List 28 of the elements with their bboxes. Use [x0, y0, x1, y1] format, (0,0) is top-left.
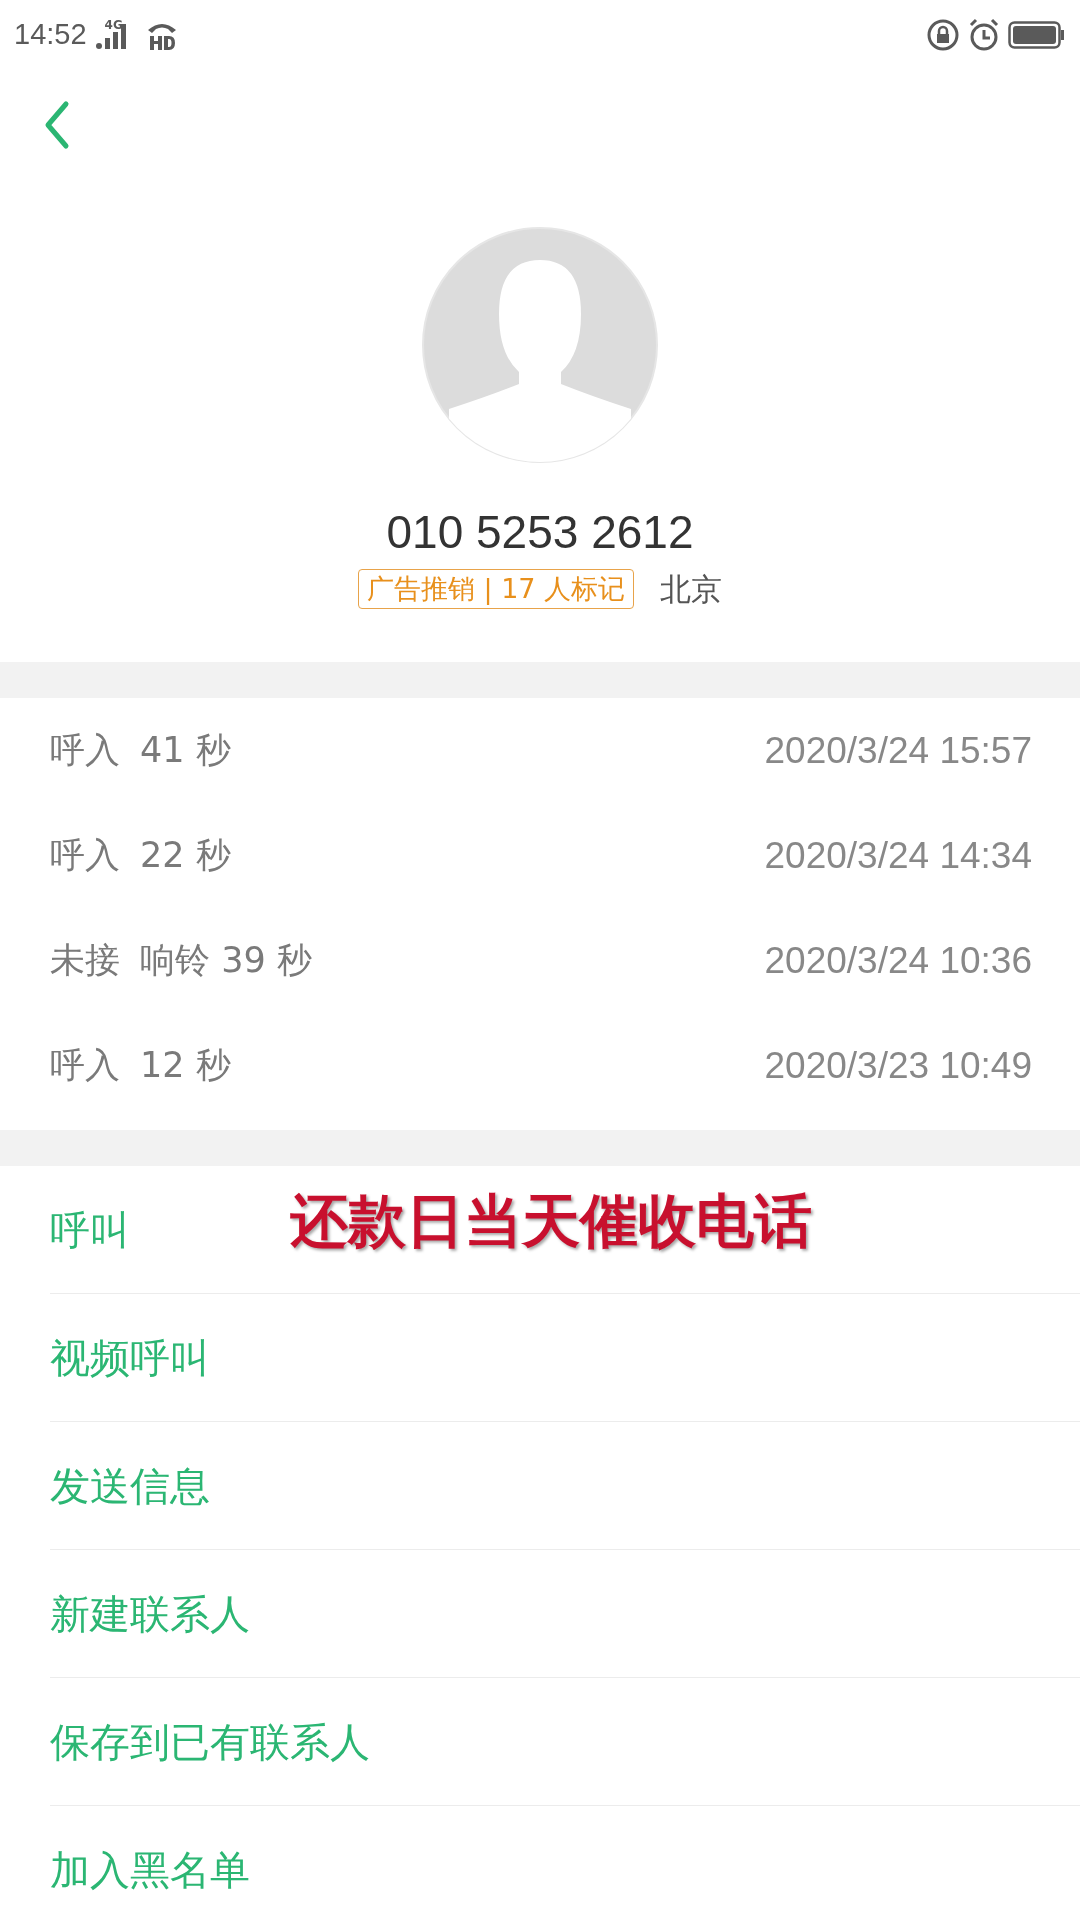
- call-time: 2020/3/24 10:36: [764, 938, 1032, 983]
- action-item[interactable]: 新建联系人: [50, 1583, 250, 1644]
- annotation-text: 还款日当天催收电话: [290, 1186, 812, 1257]
- call-time: 2020/3/24 15:57: [764, 728, 1032, 773]
- action-item[interactable]: 视频呼叫: [50, 1327, 210, 1388]
- network-label: 4G: [104, 17, 123, 34]
- call-type: 呼入: [50, 729, 120, 773]
- status-time: 14:52: [14, 17, 87, 53]
- action-item[interactable]: 加入黑名单: [50, 1839, 250, 1900]
- call-duration: 41 秒: [140, 729, 231, 773]
- action-item[interactable]: 保存到已有联系人: [50, 1711, 370, 1772]
- call-duration: 12 秒: [140, 1044, 231, 1088]
- rotation-lock-icon: [926, 18, 960, 52]
- call-type: 呼入: [50, 834, 120, 878]
- alarm-icon: [968, 18, 1000, 52]
- call-duration: 响铃 39 秒: [140, 939, 312, 983]
- phone-number: 010 5253 2612: [386, 507, 694, 558]
- location-text: 北京: [660, 569, 723, 609]
- call-time: 2020/3/23 10:49: [764, 1043, 1032, 1088]
- avatar-icon: [421, 226, 659, 464]
- call-time: 2020/3/24 14:34: [764, 833, 1032, 878]
- spam-tag: 广告推销 | 17 人标记: [357, 568, 635, 609]
- call-duration: 22 秒: [140, 834, 231, 878]
- call-type: 未接: [50, 939, 120, 983]
- action-item[interactable]: 发送信息: [50, 1455, 210, 1516]
- battery-icon: [1008, 20, 1066, 50]
- action-item[interactable]: 呼叫: [50, 1199, 130, 1260]
- call-type: 呼入: [50, 1044, 120, 1088]
